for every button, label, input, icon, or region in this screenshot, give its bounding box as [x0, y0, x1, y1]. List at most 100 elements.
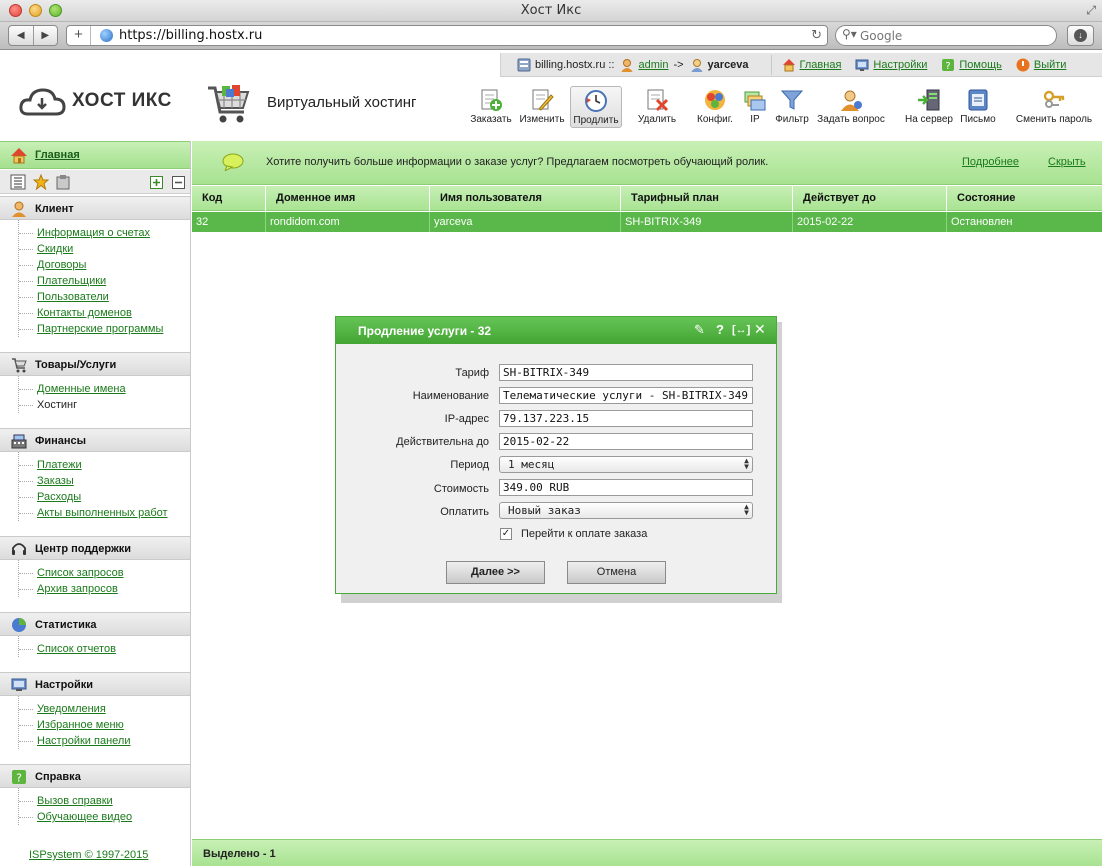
downloads-button[interactable]: ↓ [1067, 25, 1094, 46]
sidebar-item-tutorial-video[interactable]: Обучающее видео [19, 809, 190, 825]
cloud-logo-icon [19, 88, 66, 116]
name-field[interactable]: Телематические услуги - SH-BITRIX-349 #3… [499, 387, 753, 404]
sidebar-section-finance: Финансы Платежи Заказы Расходы Акты выпо… [0, 428, 190, 521]
fullscreen-icon[interactable]: ⤢ [1086, 3, 1096, 18]
add-bookmark-icon[interactable]: + [67, 26, 91, 45]
order-button[interactable]: Заказать [468, 86, 514, 128]
letter-button[interactable]: Письмо [960, 86, 996, 128]
sidebar-item-contracts[interactable]: Договоры [19, 257, 190, 273]
sidebar-section-header[interactable]: Статистика [0, 612, 190, 636]
expand-all-icon[interactable] [150, 176, 163, 189]
filter-button[interactable]: Фильтр [774, 86, 810, 128]
logout-link[interactable]: Выйти [1034, 59, 1067, 71]
sidebar-section-header[interactable]: ? Справка [0, 764, 190, 788]
ip-button[interactable]: IP [742, 86, 768, 128]
info-banner: Хотите получить больше информации о зака… [192, 141, 1102, 185]
column-valid-until[interactable]: Действует до [792, 186, 946, 211]
sidebar-item-notifications[interactable]: Уведомления [19, 701, 190, 717]
ip-label: IP-адрес [444, 413, 489, 425]
help-icon[interactable]: ? [716, 322, 724, 337]
sidebar-item-panel-settings[interactable]: Настройки панели [19, 733, 190, 749]
sidebar-item-expenses[interactable]: Расходы [19, 489, 190, 505]
sidebar-item-acts[interactable]: Акты выполненных работ [19, 505, 190, 521]
table-row[interactable]: 32 rondidom.com yarceva SH-BITRIX-349 20… [192, 212, 1102, 232]
to-server-label: На сервер [904, 114, 953, 125]
key-icon [1043, 90, 1065, 108]
copyright-link[interactable]: ISPsystem © 1997-2015 [29, 849, 148, 861]
search-input[interactable] [858, 28, 1048, 43]
company-logo[interactable]: ХОСТ ИКС [18, 84, 178, 120]
edit-button[interactable]: Изменить [518, 86, 566, 128]
goto-payment-label[interactable]: Перейти к оплате заказа [521, 528, 647, 540]
forward-button[interactable]: ▶ [34, 26, 58, 45]
sidebar-item-discounts[interactable]: Скидки [19, 241, 190, 257]
pin-icon[interactable]: ✎ [694, 322, 705, 338]
sidebar-section-header[interactable]: Финансы [0, 428, 190, 452]
resize-icon[interactable]: [↔] [732, 324, 750, 336]
change-password-button[interactable]: Сменить пароль [1014, 86, 1094, 128]
help-link[interactable]: Помощь [959, 59, 1002, 71]
to-server-button[interactable]: На сервер [904, 86, 954, 128]
sidebar-item-domain-contacts[interactable]: Контакты доменов [19, 305, 190, 321]
next-button[interactable]: Далее >> [446, 561, 545, 584]
sidebar-item-invoices-info[interactable]: Информация о счетах [19, 225, 190, 241]
sidebar-item-partner-programs[interactable]: Партнерские программы [19, 321, 190, 337]
order-label: Заказать [470, 114, 512, 125]
sidebar-item-ticket-archive[interactable]: Архив запросов [19, 581, 190, 597]
column-username[interactable]: Имя пользователя [429, 186, 620, 211]
filter-funnel-icon [780, 90, 804, 110]
back-button[interactable]: ◀ [9, 26, 34, 45]
sidebar-section-header[interactable]: Центр поддержки [0, 536, 190, 560]
select-arrows-icon: ▲ ▼ [744, 502, 749, 517]
sidebar-item-hosting[interactable]: Хостинг [19, 397, 190, 413]
collapse-all-icon[interactable] [172, 176, 185, 189]
column-domain[interactable]: Доменное имя [265, 186, 429, 211]
tariff-field[interactable]: SH-BITRIX-349 [499, 364, 753, 381]
clipboard-icon[interactable] [55, 174, 71, 190]
column-tariff[interactable]: Тарифный план [620, 186, 792, 211]
sidebar-item-orders[interactable]: Заказы [19, 473, 190, 489]
sidebar-item-tickets[interactable]: Список запросов [19, 565, 190, 581]
url-text[interactable]: https://billing.hostx.ru [119, 28, 262, 43]
reload-icon[interactable]: ↻ [811, 27, 822, 43]
column-state[interactable]: Состояние [946, 186, 1102, 211]
list-view-icon[interactable] [10, 174, 26, 190]
close-icon[interactable]: ✕ [754, 321, 766, 338]
renew-button[interactable]: Продлить [570, 86, 622, 128]
info-hide-link[interactable]: Скрыть [1048, 156, 1086, 168]
sidebar-item-payers[interactable]: Плательщики [19, 273, 190, 289]
pay-select[interactable]: Новый заказ ▲ ▼ [499, 502, 753, 519]
delete-button[interactable]: Удалить [634, 86, 680, 128]
sidebar-section-header[interactable]: Товары/Услуги [0, 352, 190, 376]
valid-until-field[interactable]: 2015-02-22 [499, 433, 753, 450]
sidebar-item-domains[interactable]: Доменные имена [19, 381, 190, 397]
favorites-star-icon[interactable] [33, 174, 49, 190]
column-code[interactable]: Код [192, 186, 265, 211]
settings-link[interactable]: Настройки [873, 59, 927, 71]
admin-link[interactable]: admin [638, 59, 668, 71]
ip-field[interactable]: 79.137.223.15 [499, 410, 753, 427]
sidebar-home[interactable]: Главная [0, 141, 190, 169]
search-bar[interactable]: ⚲▾ [835, 25, 1057, 46]
sidebar-item-users[interactable]: Пользователи [19, 289, 190, 305]
sidebar-item-call-help[interactable]: Вызов справки [19, 793, 190, 809]
period-value: 1 месяц [508, 458, 555, 471]
home-link[interactable]: Главная [800, 59, 842, 71]
ask-question-button[interactable]: Задать вопрос [816, 86, 886, 128]
cancel-button[interactable]: Отмена [567, 561, 666, 584]
letter-icon [968, 89, 988, 111]
sidebar-item-reports[interactable]: Список отчетов [19, 641, 190, 657]
period-select[interactable]: 1 месяц ▲ ▼ [499, 456, 753, 473]
sidebar-section-header[interactable]: Клиент [0, 196, 190, 220]
sidebar-item-favorites-menu[interactable]: Избранное меню [19, 717, 190, 733]
sidebar-item-payments[interactable]: Платежи [19, 457, 190, 473]
goto-payment-checkbox[interactable]: ✓ [500, 528, 512, 540]
cost-field[interactable]: 349.00 RUB [499, 479, 753, 496]
dialog-header[interactable]: Продление услуги - 32 ✎ ? [↔] ✕ [336, 317, 776, 344]
cell-state: Остановлен [946, 212, 1102, 232]
cell-username: yarceva [429, 212, 620, 232]
config-button[interactable]: Конфиг. [692, 86, 738, 128]
info-more-link[interactable]: Подробнее [962, 156, 1019, 168]
address-bar[interactable]: + https://billing.hostx.ru ↻ [66, 25, 828, 46]
sidebar-section-header[interactable]: Настройки [0, 672, 190, 696]
